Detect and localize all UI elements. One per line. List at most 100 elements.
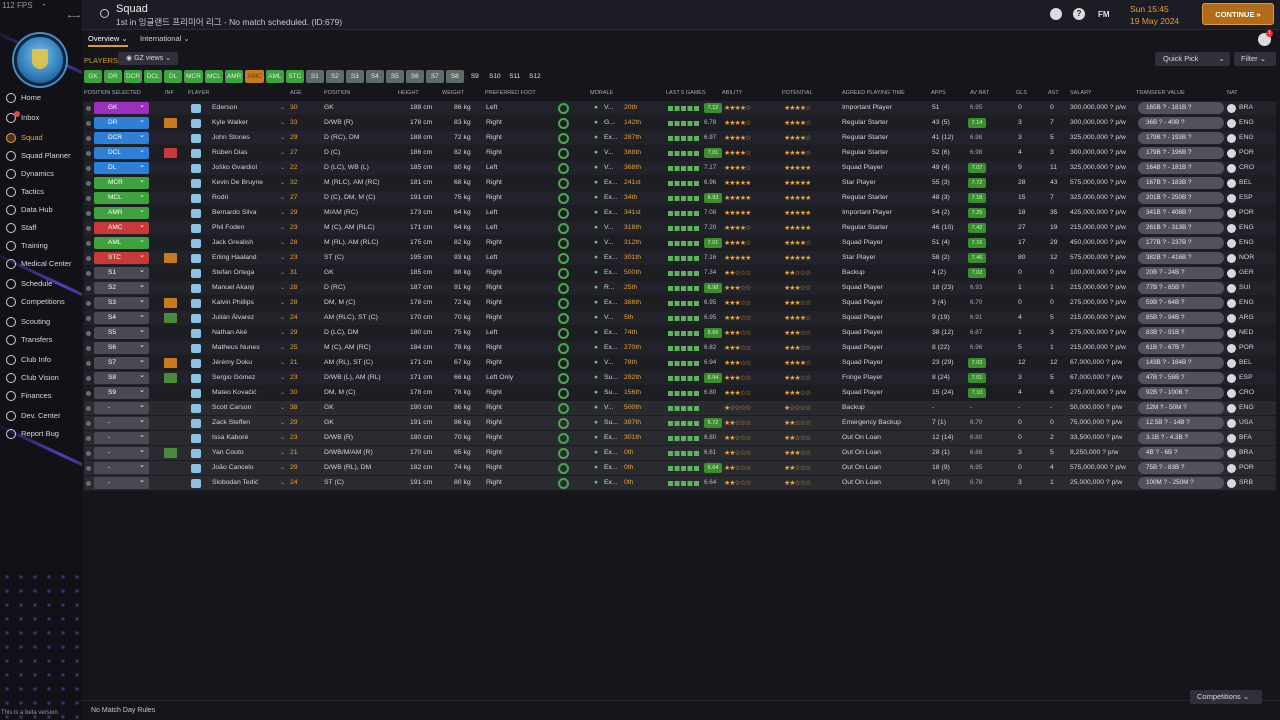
chevron-down-icon[interactable]: ⌄	[280, 269, 285, 276]
col-potential[interactable]: POTENTIAL	[782, 90, 813, 96]
table-row[interactable]: AMC Phil Foden ⌄ 23 M (C), AM (RLC) 171 cm 64 …	[84, 220, 1276, 236]
filter-button[interactable]: Filter ⌄	[1234, 52, 1276, 66]
chevron-down-icon[interactable]: ⌄	[280, 119, 285, 126]
position-selected-dropdown[interactable]: S2	[94, 280, 149, 294]
position-selected-dropdown[interactable]: S6	[94, 340, 149, 354]
position-chip[interactable]: S6	[405, 70, 424, 83]
position-chip[interactable]: S4	[365, 70, 384, 83]
table-row[interactable]: STC Erling Haaland ⌄ 23 ST (C) 195 cm 93 kg Lef…	[84, 250, 1276, 266]
player-name[interactable]: Rúben Dias	[212, 149, 248, 156]
position-chip[interactable]: S10	[486, 70, 504, 83]
row-select-dot[interactable]	[86, 466, 91, 471]
position-chip[interactable]: S1	[305, 70, 324, 83]
position-selected-dropdown[interactable]: GK	[94, 100, 149, 114]
position-chip[interactable]: AMC	[245, 70, 264, 83]
nav-club-vision[interactable]: Club Vision	[0, 369, 82, 386]
player-name[interactable]: Kyle Walker	[212, 119, 248, 126]
row-select-dot[interactable]	[86, 106, 91, 111]
nav-dynamics[interactable]: Dynamics	[0, 165, 82, 182]
col-morale[interactable]: MORALE	[590, 90, 613, 96]
chevron-down-icon[interactable]: ⌄	[280, 374, 285, 381]
player-name[interactable]: Slobodan Tedić	[212, 479, 258, 486]
table-row[interactable]: AMR Bernardo Silva ⌄ 29 M/AM (RC) 173 cm 64 kg…	[84, 205, 1276, 221]
position-selected-dropdown[interactable]: STC	[94, 250, 149, 264]
row-select-dot[interactable]	[86, 136, 91, 141]
row-select-dot[interactable]	[86, 406, 91, 411]
player-name[interactable]: Issa Kaboré	[212, 434, 248, 441]
row-select-dot[interactable]	[86, 121, 91, 126]
nav-schedule[interactable]: Schedule	[0, 275, 82, 292]
position-selected-dropdown[interactable]: DR	[94, 115, 149, 129]
chevron-down-icon[interactable]: ⌄	[280, 209, 285, 216]
table-row[interactable]: GK Ederson ⌄ 30 GK 188 cm 86 kg Left ● V... 20th 7.…	[84, 100, 1276, 116]
position-selected-dropdown[interactable]: S7	[94, 355, 149, 369]
nav-tactics[interactable]: Tactics	[0, 183, 82, 200]
position-selected-dropdown[interactable]: S8	[94, 370, 149, 384]
table-row[interactable]: DCL Rúben Dias ⌄ 27 D (C) 186 cm 82 kg Right ● V.…	[84, 145, 1276, 161]
player-name[interactable]: Scott Carson	[212, 404, 251, 411]
chevron-down-icon[interactable]: ⌄	[280, 344, 285, 351]
chevron-down-icon[interactable]: ⌄	[280, 254, 285, 261]
position-chip[interactable]: MCL	[204, 70, 223, 83]
chevron-down-icon[interactable]: ⌄	[280, 179, 285, 186]
nav-medical-center[interactable]: Medical Center	[0, 255, 82, 272]
player-name[interactable]: Manuel Akanji	[212, 284, 254, 291]
position-selected-dropdown[interactable]: MCL	[94, 190, 149, 204]
nav-report-bug[interactable]: Report Bug	[0, 425, 82, 442]
chevron-down-icon[interactable]: ⌄	[280, 404, 285, 411]
nav-data-hub[interactable]: Data Hub	[0, 201, 82, 218]
row-select-dot[interactable]	[86, 211, 91, 216]
player-name[interactable]: Mateo Kovačić	[212, 389, 257, 396]
row-select-dot[interactable]	[86, 241, 91, 246]
table-row[interactable]: S3 Kalvin Phillips ⌄ 28 DM, M (C) 178 cm 72 kg…	[84, 295, 1276, 311]
position-chip[interactable]: AML	[265, 70, 284, 83]
row-select-dot[interactable]	[86, 166, 91, 171]
position-selected-dropdown[interactable]: -	[94, 445, 149, 459]
col-gls[interactable]: GLS	[1016, 90, 1027, 96]
table-row[interactable]: DL Joško Gvardiol ⌄ 22 D (LC), WB (L) 185 cm 8…	[84, 160, 1276, 176]
row-select-dot[interactable]	[86, 181, 91, 186]
player-name[interactable]: Matheus Nunes	[212, 344, 260, 351]
forward-arrow-icon[interactable]: →	[71, 9, 82, 21]
row-select-dot[interactable]	[86, 151, 91, 156]
row-select-dot[interactable]	[86, 301, 91, 306]
player-name[interactable]: Phil Foden	[212, 224, 245, 231]
tab-international[interactable]: International ⌄	[140, 34, 190, 43]
position-chip[interactable]: S9	[466, 70, 484, 83]
table-row[interactable]: - Zack Steffen ⌄ 29 GK 191 cm 86 kg Right ● Su...…	[84, 415, 1276, 431]
player-name[interactable]: João Cancelo	[212, 464, 254, 471]
row-select-dot[interactable]	[86, 481, 91, 486]
position-chip[interactable]: GK	[84, 70, 102, 83]
position-chip[interactable]: DCR	[124, 70, 143, 83]
nav-finances[interactable]: Finances	[0, 387, 82, 404]
row-select-dot[interactable]	[86, 361, 91, 366]
help-icon[interactable]: ?	[1073, 8, 1085, 20]
col-agreed-playing-time[interactable]: AGREED PLAYING TIME	[842, 90, 905, 96]
position-selected-dropdown[interactable]: S3	[94, 295, 149, 309]
row-select-dot[interactable]	[86, 256, 91, 261]
row-select-dot[interactable]	[86, 421, 91, 426]
nav-transfers[interactable]: Transfers	[0, 331, 82, 348]
player-name[interactable]: Ederson	[212, 104, 237, 111]
ball-icon[interactable]	[1050, 8, 1062, 20]
chevron-down-icon[interactable]: ⌄	[280, 314, 285, 321]
competitions-dropdown[interactable]: Competitions ⌄	[1190, 690, 1262, 704]
col-height[interactable]: HEIGHT	[398, 90, 419, 96]
row-select-dot[interactable]	[86, 316, 91, 321]
player-name[interactable]: Julián Álvarez	[212, 314, 254, 321]
row-select-dot[interactable]	[86, 271, 91, 276]
nav-club-info[interactable]: Club Info	[0, 351, 82, 368]
player-name[interactable]: Bernardo Silva	[212, 209, 257, 216]
table-row[interactable]: S6 Matheus Nunes ⌄ 25 M (C), AM (RC) 184 cm 78…	[84, 340, 1276, 356]
player-name[interactable]: Zack Steffen	[212, 419, 250, 426]
player-name[interactable]: Joško Gvardiol	[212, 164, 257, 171]
chevron-down-icon[interactable]: ⌄	[280, 194, 285, 201]
position-chip[interactable]: S3	[345, 70, 364, 83]
chevron-down-icon[interactable]: ⌄	[280, 479, 285, 486]
table-row[interactable]: MCL Rodri ⌄ 27 D (C), DM, M (C) 191 cm 75 kg Ri…	[84, 190, 1276, 206]
row-select-dot[interactable]	[86, 331, 91, 336]
player-name[interactable]: Jack Grealish	[212, 239, 253, 246]
col-weight[interactable]: WEIGHT	[442, 90, 464, 96]
position-selected-dropdown[interactable]: DCR	[94, 130, 149, 144]
table-row[interactable]: S8 Sergio Gómez ⌄ 23 D/WB (L), AM (RL) 171 cm…	[84, 370, 1276, 386]
